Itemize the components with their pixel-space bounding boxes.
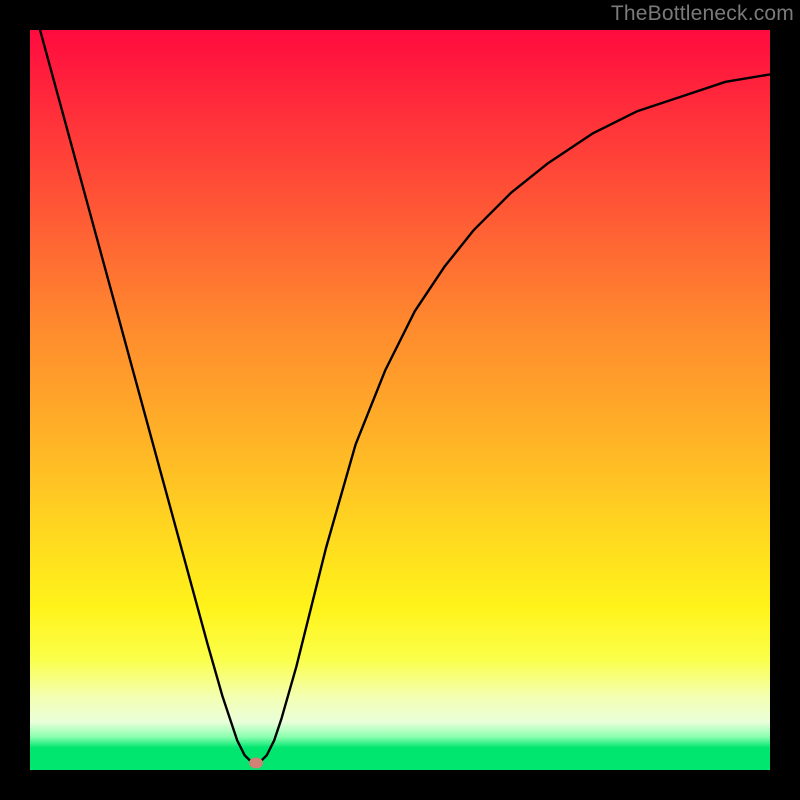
watermark-text: TheBottleneck.com (611, 2, 794, 26)
bottleneck-curve (30, 30, 770, 763)
plot-area (30, 30, 770, 770)
curve-svg (30, 30, 770, 770)
chart-frame: TheBottleneck.com (0, 0, 800, 800)
optimum-marker (249, 757, 263, 768)
